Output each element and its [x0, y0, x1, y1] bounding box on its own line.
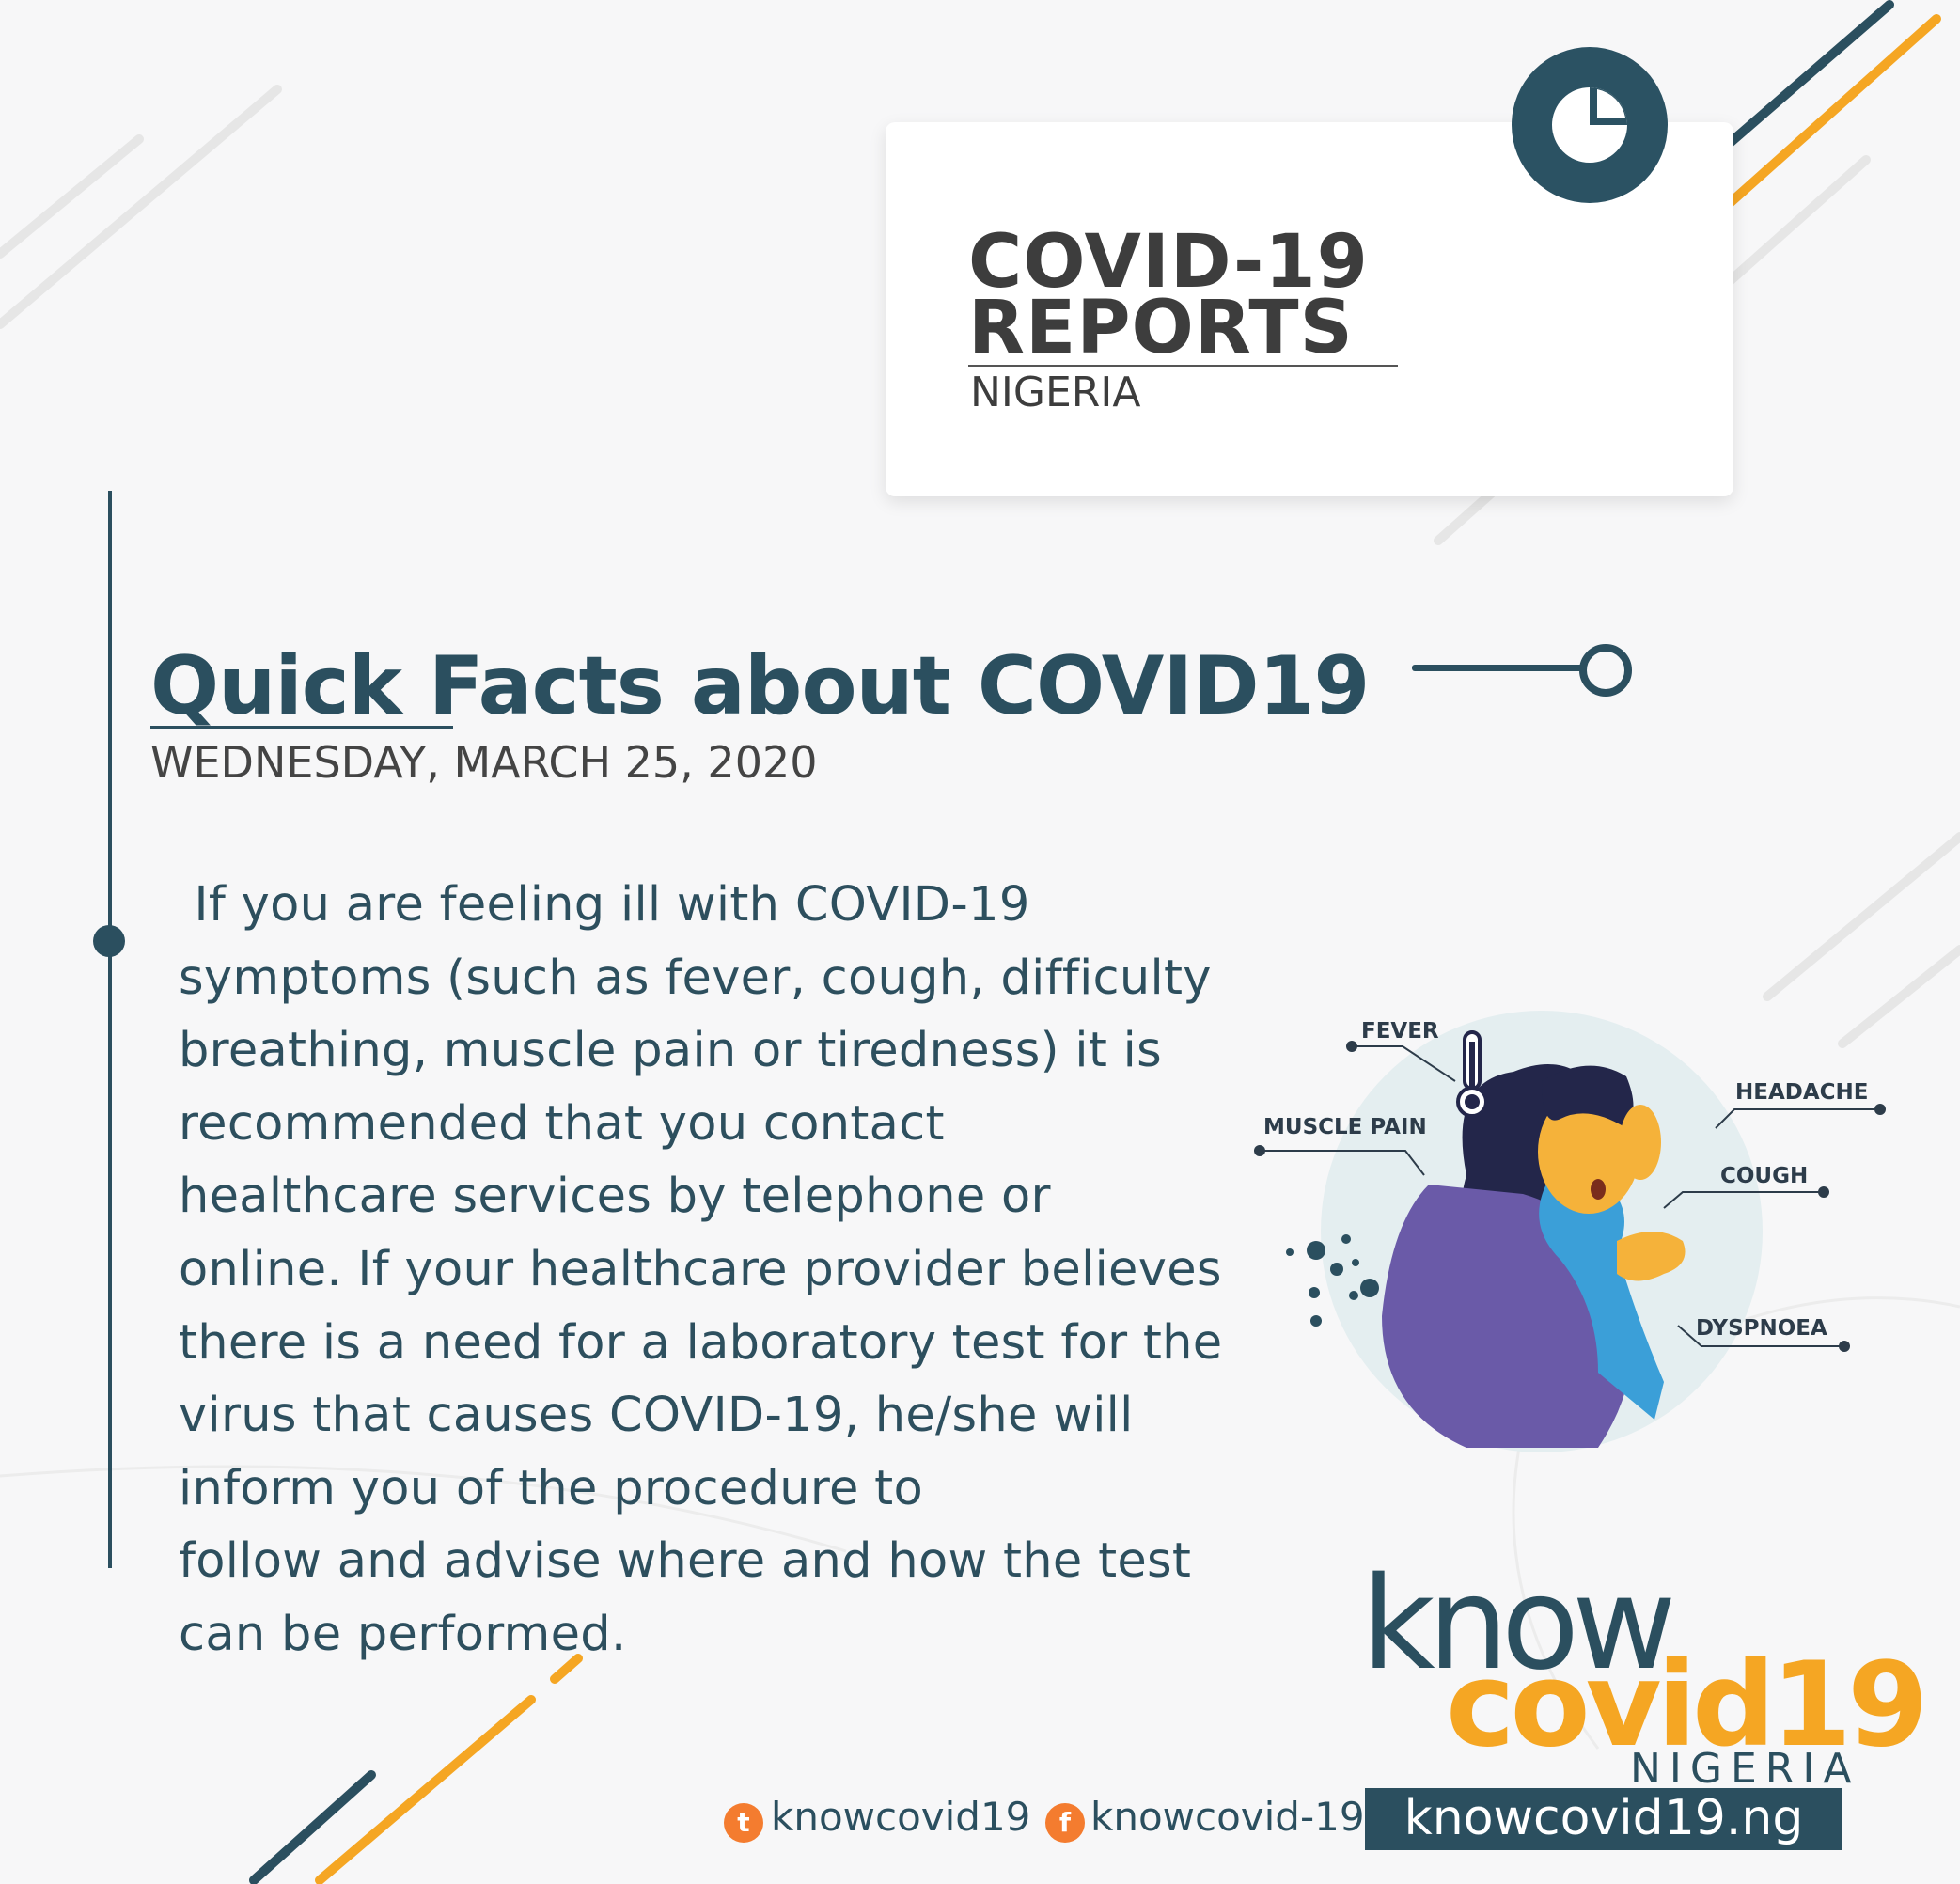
deco-line-navy-bottom	[249, 1770, 376, 1884]
facebook-icon[interactable]: f	[1045, 1803, 1085, 1843]
symptom-label-cough: COUGH	[1720, 1164, 1809, 1188]
clock-pie-icon	[1512, 47, 1668, 203]
twitter-handle[interactable]: knowcovid19	[771, 1794, 1030, 1840]
report-date: WEDNESDAY, MARCH 25, 2020	[150, 737, 818, 788]
advice-paragraph: If you are feeling ill with COVID-19 sym…	[179, 877, 1223, 1662]
website-link[interactable]: knowcovid19.ng	[1365, 1790, 1842, 1846]
report-country: NIGERIA	[970, 369, 1141, 416]
symptom-label-muscle-pain: MUSCLE PAIN	[1263, 1115, 1427, 1139]
title-divider	[968, 365, 1398, 367]
logo-nigeria: NIGERIA	[1630, 1745, 1860, 1793]
symptoms-illustration	[1254, 1011, 1886, 1452]
heading-connector-line	[1412, 665, 1583, 671]
timeline-line	[108, 491, 112, 1568]
facebook-handle[interactable]: knowcovid-19	[1090, 1794, 1365, 1840]
report-title-line2: REPORTS	[968, 286, 1354, 370]
heading-connector-circle	[1579, 644, 1632, 697]
page-heading: Quick Facts about COVID19	[150, 639, 1370, 733]
symptom-label-fever: FEVER	[1361, 1019, 1439, 1044]
twitter-icon[interactable]: t	[724, 1803, 763, 1843]
heading-underline	[150, 726, 453, 729]
timeline-dot	[93, 925, 125, 957]
symptom-label-dyspnoea: DYSPNOEA	[1696, 1316, 1827, 1341]
symptom-label-headache: HEADACHE	[1735, 1080, 1869, 1105]
